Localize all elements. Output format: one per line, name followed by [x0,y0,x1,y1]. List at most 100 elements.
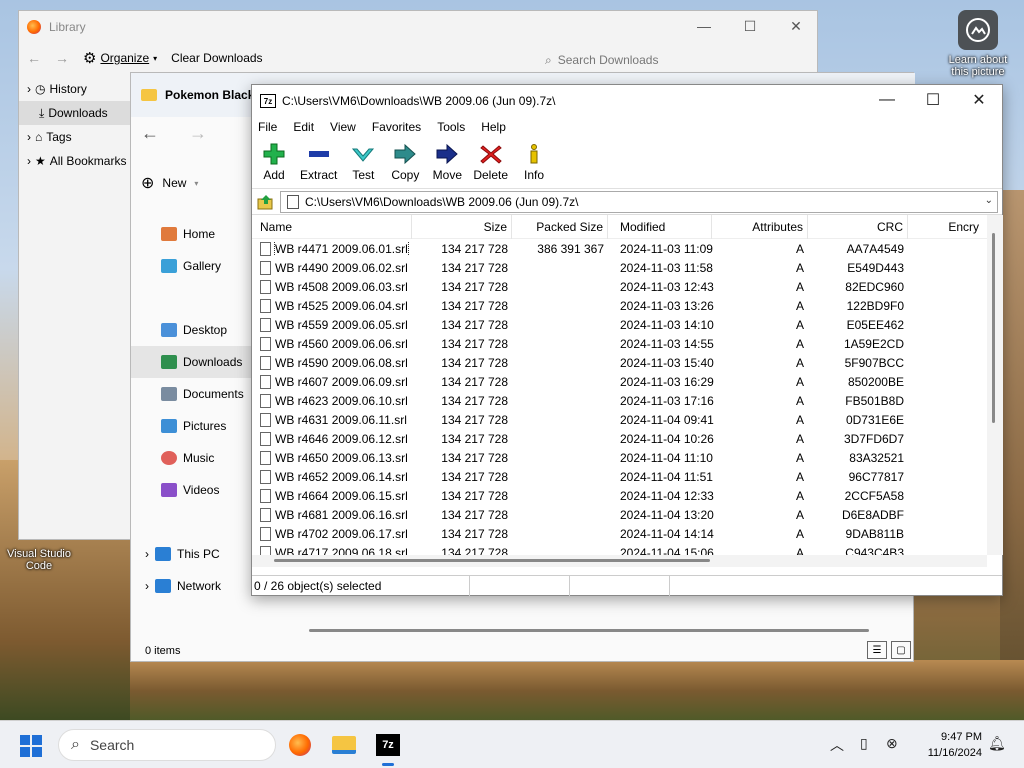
menu-edit[interactable]: Edit [293,120,314,134]
modified-cell: 2024-11-03 17:16 [620,393,714,408]
file-row[interactable]: WB r4650 2009.06.13.srl 134 217 728 2024-1… [252,448,987,467]
sidebar-label: History [49,82,87,96]
forward-arrow-icon[interactable]: → [55,50,69,66]
scrollbar-thumb[interactable] [274,559,710,562]
menu-help[interactable]: Help [481,120,506,134]
file-row[interactable]: WB r4652 2009.06.14.srl 134 217 728 2024-1… [252,467,987,486]
column-header-crc[interactable]: CRC [808,215,908,239]
organize-button[interactable]: ⚙ Organize ▾ [83,49,157,67]
vertical-scrollbar[interactable] [987,215,1003,555]
close-button[interactable]: ✕ [773,11,819,41]
new-button[interactable]: ⊕ New ▾ [141,173,198,193]
close-button[interactable]: ✕ [956,85,1002,115]
back-arrow-icon[interactable]: ← [141,123,159,144]
menu-favorites[interactable]: Favorites [372,120,421,134]
crc-cell: 1A59E2CD [843,336,904,351]
forward-arrow-icon[interactable]: → [189,123,207,144]
copy-button[interactable]: Copy [389,143,421,182]
sidebar-item-videos[interactable]: Videos [131,474,251,506]
sidebar-item-desktop[interactable]: Desktop [131,314,251,346]
taskbar-search[interactable]: ⌕ Search [58,729,276,761]
file-row[interactable]: WB r4508 2009.06.03.srl 134 217 728 2024-1… [252,277,987,296]
chevron-up-icon[interactable]: ︿ [830,735,844,755]
tiles-view-icon[interactable]: ▢ [891,641,911,659]
column-header-encrypted[interactable]: Encry [908,220,983,234]
attributes-cell: A [795,355,804,370]
maximize-button[interactable]: ☐ [910,85,956,115]
file-row[interactable]: WB r4717 2009.06.18.srl 134 217 728 2024-1… [252,543,987,555]
file-row[interactable]: WB r4607 2009.06.09.srl 134 217 728 2024-1… [252,372,987,391]
sidebar-item-gallery[interactable]: Gallery [131,250,251,282]
maximize-button[interactable]: ☐ [727,11,773,41]
sidebar-item-pictures[interactable]: Pictures [131,410,251,442]
file-icon [260,469,271,484]
sidebar-item-this-pc[interactable]: › This PC [131,538,251,570]
copy-label: Copy [391,168,420,182]
up-folder-button[interactable] [256,192,276,212]
bell-icon[interactable]: 🔔︎ [988,735,1006,752]
test-button[interactable]: Test [347,143,379,182]
taskbar-7zip[interactable]: 7z [372,729,404,766]
column-header-modified[interactable]: Modified [608,215,712,239]
back-arrow-icon[interactable]: ← [27,50,41,66]
learn-about-picture-desktop-icon[interactable]: Learn about this picture [940,10,1016,78]
file-row[interactable]: WB r4559 2009.06.05.srl 134 217 728 2024-1… [252,315,987,334]
column-header-size[interactable]: Size [412,215,512,239]
chevron-right-icon: › [145,579,149,593]
attributes-cell: A [795,279,804,294]
address-field[interactable]: C:\Users\VM6\Downloads\WB 2009.06 (Jun 0… [280,190,998,213]
file-row[interactable]: WB r4623 2009.06.10.srl 134 217 728 2024-1… [252,391,987,410]
column-header-attributes[interactable]: Attributes [712,215,808,239]
horizontal-scrollbar[interactable] [252,555,987,567]
file-row[interactable]: WB r4490 2009.06.02.srl 134 217 728 2024-1… [252,258,987,277]
menu-file[interactable]: File [258,120,277,134]
sidebar-item-documents[interactable]: Documents [131,378,251,410]
info-button[interactable]: Info [518,143,550,182]
explorer-tab[interactable]: Pokemon Black [141,81,254,109]
menu-view[interactable]: View [330,120,356,134]
device-icon[interactable]: ▯ [860,735,868,752]
taskbar-firefox[interactable] [284,729,316,761]
file-row[interactable]: WB r4646 2009.06.12.srl 134 217 728 2024-1… [252,429,987,448]
file-name: WB r4652 2009.06.14.srl [275,469,408,484]
file-row[interactable]: WB r4471 2009.06.01.srl 134 217 728 386 39… [252,239,987,258]
library-search-input[interactable]: ⌕ Search Downloads [539,49,769,71]
add-button[interactable]: Add [258,143,290,182]
file-row[interactable]: WB r4702 2009.06.17.srl 134 217 728 2024-1… [252,524,987,543]
sidebar-item-network[interactable]: › Network [131,570,251,602]
file-row[interactable]: WB r4560 2009.06.06.srl 134 217 728 2024-1… [252,334,987,353]
minimize-button[interactable]: — [681,11,727,41]
column-header-packed-size[interactable]: Packed Size [512,215,608,239]
sidebar-item-music[interactable]: Music [131,442,251,474]
file-row[interactable]: WB r4681 2009.06.16.srl 134 217 728 2024-1… [252,505,987,524]
details-view-icon[interactable]: ☰ [867,641,887,659]
sidebar-item-downloads[interactable]: ⤓ Downloads [19,101,134,125]
move-button[interactable]: Move [431,143,463,182]
file-icon [287,194,299,209]
windows-start-button[interactable] [20,735,42,757]
delete-button[interactable]: Delete [473,143,508,182]
chevron-down-icon[interactable]: ⌄ [985,195,993,206]
vscode-desktop-icon[interactable]: Visual Studio Code [2,548,76,572]
taskbar-file-explorer[interactable] [328,729,360,761]
sidebar-item-history[interactable]: › ◷ History [19,77,134,101]
network-status-icon[interactable]: ⊗ [886,735,898,752]
clock[interactable]: 9:47 PM 11/16/2024 [918,729,982,761]
column-header-name[interactable]: Name [252,215,412,239]
explorer-horizontal-scrollbar[interactable] [309,629,869,632]
file-row[interactable]: WB r4664 2009.06.15.srl 134 217 728 2024-1… [252,486,987,505]
size-cell: 134 217 728 [441,355,508,370]
sidebar-item-tags[interactable]: › ⌂ Tags [19,125,134,149]
extract-button[interactable]: Extract [300,143,337,182]
clear-downloads-button[interactable]: Clear Downloads [171,51,262,65]
file-name-cell: WB r4652 2009.06.14.srl [252,469,412,484]
sidebar-item-all-bookmarks[interactable]: › ★ All Bookmarks [19,149,134,173]
file-row[interactable]: WB r4631 2009.06.11.srl 134 217 728 2024-1… [252,410,987,429]
file-row[interactable]: WB r4590 2009.06.08.srl 134 217 728 2024-1… [252,353,987,372]
menu-tools[interactable]: Tools [437,120,465,134]
sidebar-item-downloads[interactable]: Downloads [131,346,251,378]
sidebar-item-home[interactable]: Home [131,218,251,250]
scrollbar-thumb[interactable] [992,233,995,423]
minimize-button[interactable]: — [864,85,910,115]
file-row[interactable]: WB r4525 2009.06.04.srl 134 217 728 2024-1… [252,296,987,315]
